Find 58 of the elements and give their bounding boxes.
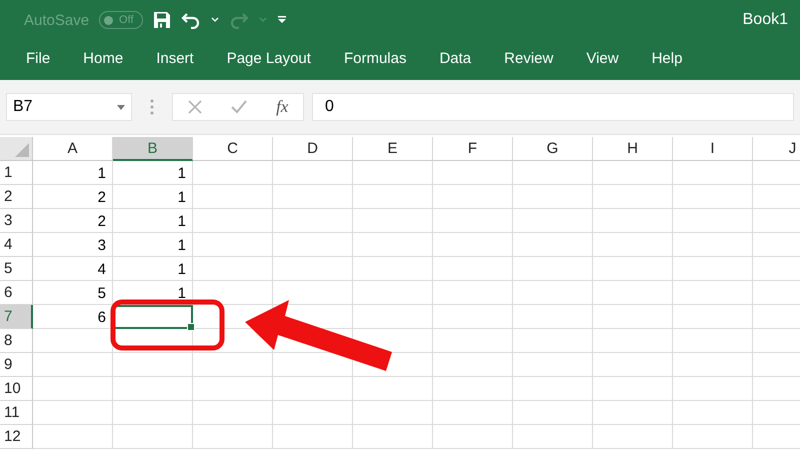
undo-icon[interactable] bbox=[181, 11, 202, 29]
column-header[interactable]: A bbox=[33, 137, 113, 161]
ribbon-tab[interactable]: Insert bbox=[144, 44, 206, 76]
row-header[interactable]: 5 bbox=[0, 257, 33, 281]
ribbon-tab[interactable]: Page Layout bbox=[214, 44, 323, 76]
row-header[interactable]: 10 bbox=[0, 377, 33, 401]
column-header[interactable]: D bbox=[273, 137, 353, 161]
save-icon[interactable] bbox=[153, 11, 172, 29]
table-cell-text: 2 bbox=[96, 212, 107, 232]
formula-field[interactable]: 0 bbox=[312, 93, 794, 121]
autosave-label: AutoSave bbox=[24, 12, 90, 28]
insert-function-button[interactable]: fx bbox=[276, 97, 288, 117]
row-header[interactable]: 12 bbox=[0, 425, 33, 449]
cell-reference: B7 bbox=[13, 98, 33, 116]
column-header[interactable]: E bbox=[353, 137, 433, 161]
row-header[interactable]: 3 bbox=[0, 209, 33, 233]
ribbon-tab[interactable]: Help bbox=[640, 44, 694, 76]
table-cell-text: 1 bbox=[176, 164, 187, 184]
row-header[interactable]: 7 bbox=[0, 305, 33, 329]
table-cell-text: 1 bbox=[96, 164, 107, 184]
ribbon-tab[interactable]: File bbox=[14, 44, 62, 76]
column-header[interactable]: I bbox=[673, 137, 753, 161]
triangle-icon bbox=[15, 143, 29, 157]
row-header[interactable]: 8 bbox=[0, 329, 33, 353]
document-title: Book1 bbox=[742, 11, 788, 29]
column-header[interactable]: C bbox=[193, 137, 273, 161]
table-cell-text: 6 bbox=[96, 308, 107, 328]
column-header[interactable]: B bbox=[113, 137, 193, 161]
customize-icon[interactable] bbox=[277, 16, 288, 24]
column-header[interactable]: F bbox=[433, 137, 513, 161]
grip-icon bbox=[150, 99, 154, 115]
table-cell-text: 4 bbox=[96, 260, 107, 280]
column-header[interactable]: H bbox=[593, 137, 673, 161]
row-header[interactable]: 1 bbox=[0, 161, 33, 185]
ribbon-tab[interactable]: Home bbox=[71, 44, 136, 76]
active-cell[interactable] bbox=[113, 305, 193, 329]
table-cell-text: 3 bbox=[96, 236, 107, 256]
column-header[interactable]: G bbox=[513, 137, 593, 161]
table-cell-text: 1 bbox=[176, 284, 187, 304]
row-header[interactable]: 6 bbox=[0, 281, 33, 305]
dropdown-icon[interactable] bbox=[117, 104, 125, 110]
ribbon-tab[interactable]: Data bbox=[427, 44, 484, 76]
table-cell-text: 1 bbox=[176, 260, 187, 280]
ribbon-tab[interactable]: View bbox=[574, 44, 631, 76]
ribbon-tab[interactable]: Formulas bbox=[332, 44, 418, 76]
check-icon[interactable] bbox=[230, 100, 247, 114]
ribbon-tab[interactable]: Review bbox=[492, 44, 566, 76]
row-header[interactable]: 11 bbox=[0, 401, 33, 425]
row-header[interactable]: 2 bbox=[0, 185, 33, 209]
table-cell-text: 2 bbox=[96, 188, 107, 208]
fill-handle[interactable] bbox=[187, 323, 195, 331]
table-cell-text: 1 bbox=[176, 188, 187, 208]
row-header[interactable]: 9 bbox=[0, 353, 33, 377]
table-cell-text: 5 bbox=[96, 284, 107, 304]
name-box[interactable]: B7 bbox=[6, 93, 132, 121]
table-cell-text: 1 bbox=[176, 236, 187, 256]
row-header[interactable]: 4 bbox=[0, 233, 33, 257]
table-cell-text: 1 bbox=[176, 212, 187, 232]
